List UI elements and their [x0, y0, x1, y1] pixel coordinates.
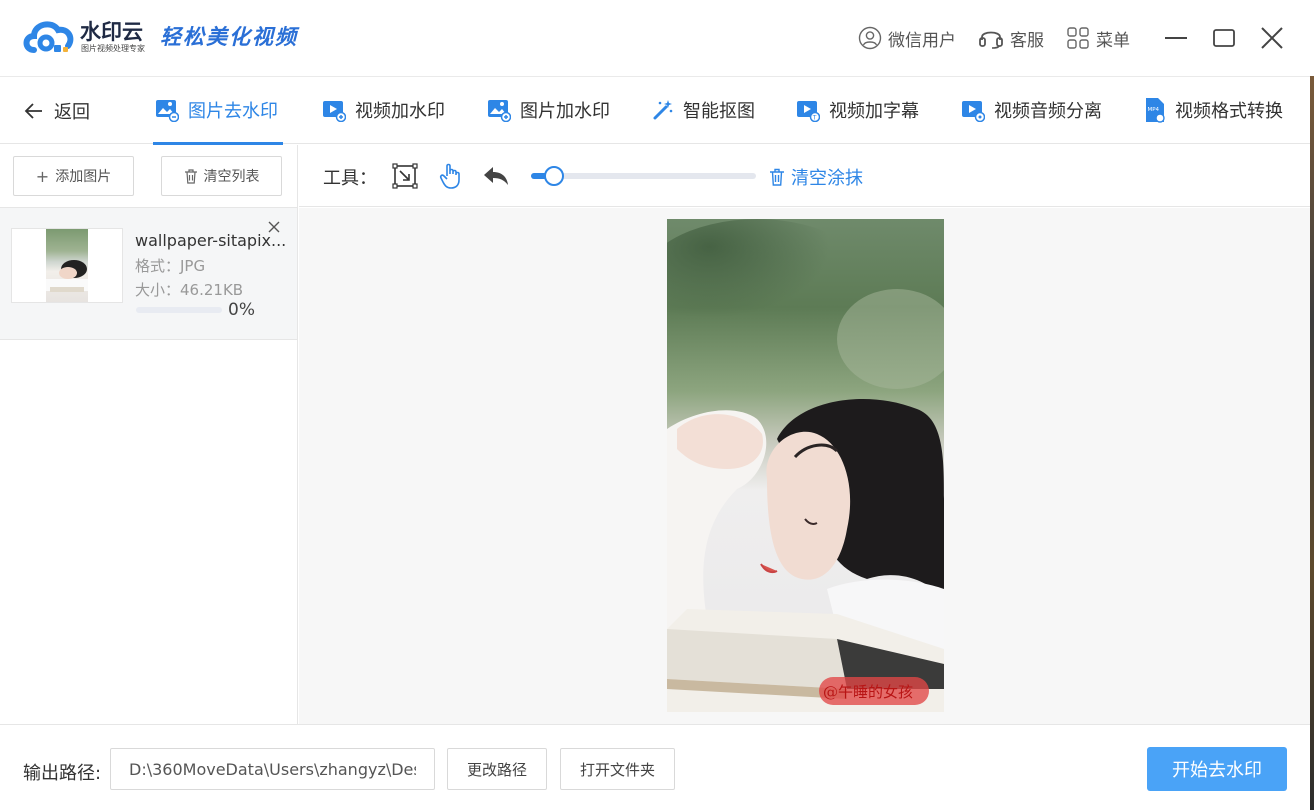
title-bar: 水印云 图片视频处理专家 轻松美化视频 微信用户 客服 菜单: [0, 0, 1314, 76]
back-label: 返回: [54, 102, 90, 123]
tab-label: 视频格式转换: [1175, 101, 1283, 122]
file-list-panel: + 添加图片 清空列表 wallpaper-sitapix... 格式：JPG …: [0, 145, 298, 724]
thumbnail-image: [46, 229, 88, 302]
open-folder-button[interactable]: 打开文件夹: [560, 748, 675, 790]
video-add-watermark-icon: [323, 101, 346, 122]
preview-image[interactable]: @午睡的女孩: [667, 219, 944, 712]
user-button[interactable]: 微信用户: [858, 26, 956, 51]
user-label: 微信用户: [888, 30, 956, 51]
edit-toolbar: 工具： 清空涂抹: [299, 145, 1310, 207]
output-path-input[interactable]: [110, 748, 435, 790]
image-canvas[interactable]: @午睡的女孩: [299, 208, 1310, 724]
file-format: 格式：JPG: [135, 257, 206, 275]
maximize-icon: [1213, 29, 1235, 47]
service-button[interactable]: 客服: [978, 26, 1044, 51]
hand-tool[interactable]: [437, 162, 465, 190]
remove-file-button[interactable]: [268, 218, 280, 238]
clear-smear-label: 清空涂抹: [791, 168, 863, 189]
tab-label: 图片加水印: [520, 101, 610, 122]
trash-icon: [770, 168, 784, 186]
feature-tab-bar: 返回 图片去水印 视频加水印 图片加水印 智能抠图 T 视频加字幕 视频音频分离…: [0, 76, 1310, 145]
brand-slogan: 轻松美化视频: [160, 24, 298, 49]
svg-text:MP4: MP4: [1148, 107, 1160, 113]
brush-size-slider[interactable]: [531, 166, 756, 186]
tab-image-add-watermark[interactable]: 图片加水印: [487, 97, 610, 123]
photo-illustration: [667, 219, 944, 712]
start-remove-watermark-button[interactable]: 开始去水印: [1147, 747, 1287, 791]
window-actions: 微信用户 客服 菜单: [858, 20, 1314, 56]
tab-label: 视频音频分离: [994, 101, 1102, 122]
clear-smear-button[interactable]: 清空涂抹: [769, 164, 863, 190]
tab-format-convert[interactable]: MP4 视频格式转换: [1144, 97, 1283, 123]
service-label: 客服: [1010, 30, 1044, 51]
file-size: 大小：46.21KB: [135, 281, 244, 299]
file-thumbnail: [11, 228, 123, 303]
file-progress-bar: [136, 307, 222, 313]
menu-button[interactable]: 菜单: [1066, 26, 1130, 51]
tab-audio-separate[interactable]: 视频音频分离: [961, 97, 1102, 123]
menu-label: 菜单: [1096, 30, 1130, 51]
file-name: wallpaper-sitapix...: [135, 231, 287, 250]
audio-separate-icon: [962, 101, 985, 122]
tab-video-add-watermark[interactable]: 视频加水印: [322, 97, 445, 123]
watermark-text: @午睡的女孩: [823, 683, 914, 701]
tab-label: 视频加字幕: [829, 101, 919, 122]
undo-button[interactable]: [482, 162, 510, 190]
tab-video-subtitle[interactable]: T 视频加字幕: [796, 97, 919, 123]
trash-icon: [184, 168, 197, 184]
image-remove-watermark-icon: [156, 100, 179, 122]
app-window: 水印云 图片视频处理专家 轻松美化视频 微信用户 客服 菜单 返回 图片去水印 …: [0, 0, 1314, 810]
minimize-icon: [1165, 37, 1187, 39]
close-icon: [1261, 27, 1283, 49]
minimize-button[interactable]: [1152, 20, 1200, 56]
tab-smart-cutout[interactable]: 智能抠图: [652, 97, 755, 123]
logo-cloud-icon: [23, 21, 74, 53]
box-select-tool[interactable]: [391, 162, 419, 190]
add-image-button[interactable]: + 添加图片: [13, 156, 134, 196]
clear-list-label: 清空列表: [203, 169, 260, 185]
output-bar: 输出路径: 更改路径 打开文件夹 开始去水印: [0, 724, 1310, 810]
change-path-button[interactable]: 更改路径: [447, 748, 547, 790]
background-window-edge: [1310, 76, 1314, 810]
tab-label: 智能抠图: [683, 101, 755, 122]
magic-wand-icon: [653, 100, 673, 120]
svg-text:T: T: [812, 114, 817, 121]
box-select-icon: [392, 163, 418, 189]
tab-label: 图片去水印: [188, 101, 278, 122]
user-icon: [858, 26, 882, 50]
list-item[interactable]: wallpaper-sitapix... 格式：JPG 大小：46.21KB 0…: [0, 208, 297, 340]
grid-menu-icon: [1067, 27, 1089, 49]
clear-list-button[interactable]: 清空列表: [161, 156, 282, 196]
maximize-button[interactable]: [1200, 20, 1248, 56]
tab-label: 视频加水印: [355, 101, 445, 122]
hand-pointer-icon: [439, 163, 460, 189]
back-button[interactable]: 返回: [24, 98, 90, 124]
add-image-label: 添加图片: [55, 169, 112, 185]
file-progress-text: 0%: [228, 300, 255, 320]
tab-image-remove-watermark[interactable]: 图片去水印: [155, 97, 278, 123]
image-add-watermark-icon: [488, 100, 511, 122]
tool-label: 工具：: [323, 168, 377, 189]
undo-icon: [484, 167, 508, 185]
brand-subtitle: 图片视频处理专家: [81, 44, 145, 53]
arrow-left-icon: [24, 103, 42, 119]
brand-name: 水印云: [80, 20, 143, 44]
video-subtitle-icon: T: [797, 101, 820, 122]
close-icon: [268, 221, 280, 233]
headset-icon: [979, 31, 1003, 49]
mp4-convert-icon: MP4: [1146, 98, 1165, 123]
brush-size-knob[interactable]: [543, 166, 564, 186]
output-path-label: 输出路径:: [23, 763, 102, 784]
close-button[interactable]: [1248, 20, 1296, 56]
plus-icon: +: [35, 166, 50, 186]
